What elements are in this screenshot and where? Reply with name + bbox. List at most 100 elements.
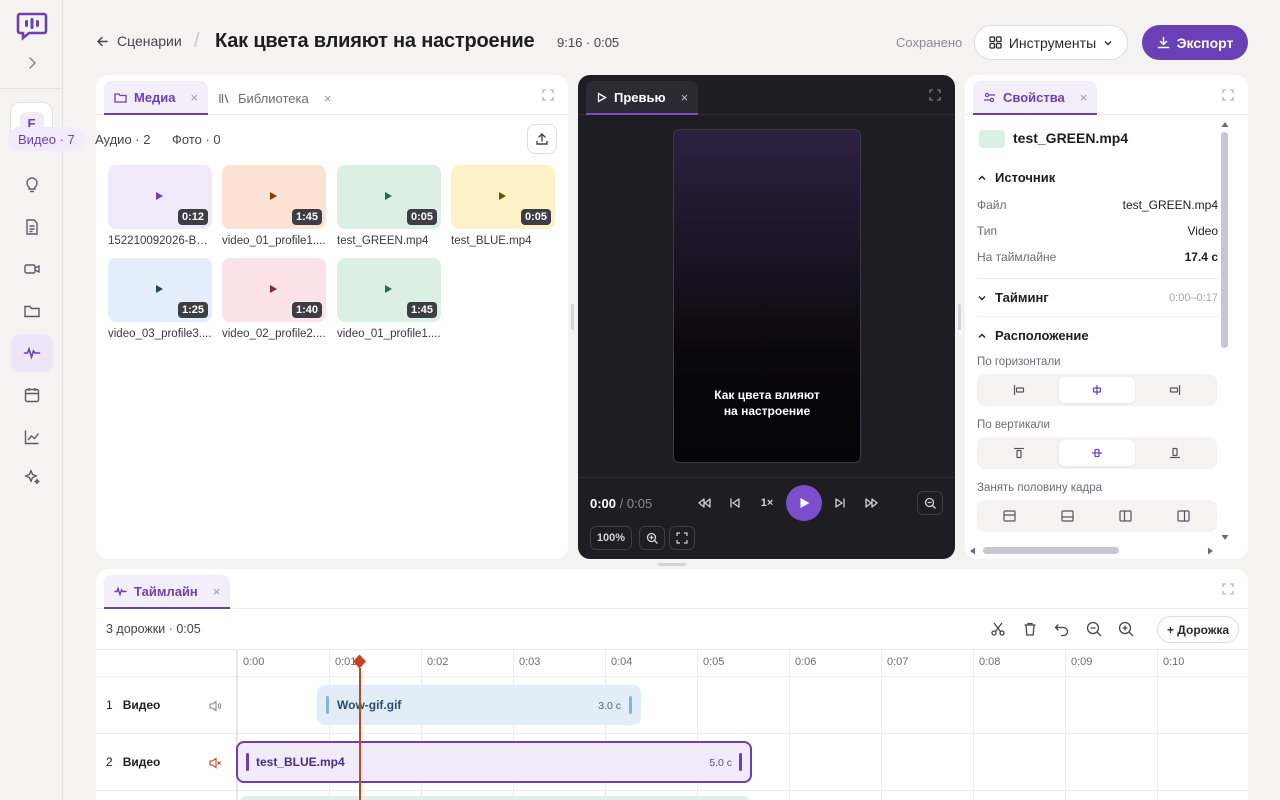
tools-button[interactable]: Инструменты (974, 25, 1128, 60)
half-right-icon[interactable] (1155, 503, 1211, 529)
align-left-icon[interactable] (981, 377, 1057, 403)
close-icon[interactable]: × (213, 584, 221, 599)
skip-forward-icon[interactable] (830, 493, 850, 513)
back-link[interactable]: Сценарии (96, 33, 182, 49)
scroll-up-icon[interactable] (1221, 121, 1229, 129)
media-thumbnail[interactable]: 1:45 (337, 258, 441, 322)
ruler-tick-label: 0:08 (979, 656, 1001, 668)
maximize-icon[interactable] (542, 89, 554, 101)
zoom-in-button[interactable] (639, 526, 665, 550)
media-thumbnail[interactable]: 0:12 (108, 165, 212, 229)
clip-track-3[interactable] (240, 796, 750, 800)
skip-back-icon[interactable] (725, 493, 745, 513)
close-icon[interactable]: × (324, 91, 332, 106)
half-left-icon[interactable] (1097, 503, 1153, 529)
align-bottom-icon[interactable] (1137, 440, 1213, 466)
playhead[interactable] (353, 654, 366, 800)
undo-icon[interactable] (1053, 620, 1071, 638)
video-caption[interactable]: Как цвета влияют на настроение (674, 387, 860, 419)
clip-name: test_BLUE.mp4 (256, 755, 345, 769)
rewind-icon[interactable] (694, 493, 714, 513)
tab-timeline[interactable]: Таймлайн × (104, 575, 231, 609)
export-label: Экспорт (1176, 34, 1234, 51)
document-icon[interactable] (11, 208, 53, 246)
scroll-down-icon[interactable] (1221, 533, 1229, 541)
play-button[interactable] (786, 485, 822, 521)
section-source[interactable]: Источник (977, 170, 1218, 185)
video-camera-icon[interactable] (11, 250, 53, 288)
splitter-handle[interactable] (571, 304, 574, 330)
prop-file: Файл test_GREEN.mp4 (977, 198, 1218, 212)
calendar-icon[interactable] (11, 376, 53, 414)
properties-panel: Свойства × test_GREEN.mp4 Источник Файл t… (965, 75, 1248, 559)
sparkle-icon[interactable] (11, 458, 53, 496)
media-thumbnail[interactable]: 0:05 (337, 165, 441, 229)
horizontal-scrollbar-thumb[interactable] (983, 547, 1119, 554)
zoom-out-icon[interactable] (1085, 620, 1103, 638)
splitter-handle[interactable] (958, 304, 961, 330)
trash-icon[interactable] (1021, 620, 1039, 638)
maximize-icon[interactable] (929, 89, 941, 101)
muted-volume-icon[interactable] (208, 756, 222, 770)
media-duration: 1:40 (291, 302, 322, 318)
align-right-icon[interactable] (1137, 377, 1213, 403)
clip-wow-gif[interactable]: Wow-gif.gif 3.0 с (317, 685, 641, 725)
clip-test-blue[interactable]: test_BLUE.mp4 5.0 с (236, 741, 752, 783)
clip-trim-handle-left[interactable] (326, 696, 329, 714)
waveform-icon[interactable] (11, 334, 53, 372)
chip-audio[interactable]: Аудио · 2 (85, 127, 160, 151)
fast-forward-icon[interactable] (862, 493, 882, 513)
upload-button[interactable] (527, 124, 557, 154)
add-track-button[interactable]: + Дорожка (1157, 616, 1239, 643)
maximize-icon[interactable] (1222, 89, 1234, 101)
chart-icon[interactable] (11, 418, 53, 456)
tab-library[interactable]: Библиотека × (208, 81, 341, 115)
scissors-icon[interactable] (989, 620, 1007, 638)
splitter-handle[interactable] (658, 563, 686, 566)
play-icon (800, 498, 810, 508)
half-frame-label: Занять половину кадра (977, 482, 1102, 494)
media-thumbnail[interactable]: 0:05 (451, 165, 555, 229)
chip-photo[interactable]: Фото · 0 (162, 127, 231, 151)
scroll-left-icon[interactable] (969, 547, 977, 555)
chip-video[interactable]: Видео · 7 (8, 127, 85, 151)
section-layout[interactable]: Расположение (977, 328, 1218, 343)
media-thumbnail[interactable]: 1:45 (222, 165, 326, 229)
media-thumbnail[interactable]: 1:25 (108, 258, 212, 322)
align-center-h-icon[interactable] (1059, 377, 1135, 403)
close-icon[interactable]: × (681, 90, 689, 105)
speed-button[interactable]: 1× (757, 493, 777, 513)
zoom-fit-button[interactable] (917, 491, 943, 515)
fullscreen-button[interactable] (669, 526, 695, 550)
clip-trim-handle-right[interactable] (739, 753, 742, 771)
page-title[interactable]: Как цвета влияют на настроение (215, 30, 535, 53)
tab-timeline-label: Таймлайн (134, 583, 198, 599)
video-canvas[interactable]: Как цвета влияют на настроение (673, 129, 861, 463)
half-top-icon[interactable] (981, 503, 1037, 529)
back-label: Сценарии (117, 33, 182, 49)
maximize-icon[interactable] (1222, 583, 1234, 595)
half-bottom-icon[interactable] (1039, 503, 1095, 529)
align-middle-v-icon[interactable] (1059, 440, 1135, 466)
app-logo-icon[interactable] (16, 11, 48, 41)
close-icon[interactable]: × (191, 90, 199, 105)
zoom-in-icon[interactable] (1117, 620, 1135, 638)
close-icon[interactable]: × (1080, 90, 1088, 105)
clip-trim-handle-left[interactable] (246, 753, 249, 771)
volume-icon[interactable] (208, 699, 222, 713)
vertical-scrollbar-thumb[interactable] (1221, 132, 1228, 348)
clip-trim-handle-right[interactable] (629, 696, 632, 714)
export-button[interactable]: Экспорт (1142, 25, 1248, 60)
folder-icon[interactable] (11, 292, 53, 330)
lightbulb-icon[interactable] (11, 166, 53, 204)
tab-preview[interactable]: Превью × (586, 81, 699, 115)
media-thumbnail[interactable]: 1:40 (222, 258, 326, 322)
section-timing[interactable]: Тайминг 0:00–0:17 (977, 290, 1218, 305)
tab-media[interactable]: Медиа × (104, 81, 209, 115)
chevron-right-icon[interactable] (23, 54, 41, 72)
align-top-icon[interactable] (981, 440, 1057, 466)
zoom-level[interactable]: 100% (590, 526, 632, 550)
tab-properties[interactable]: Свойства × (973, 81, 1098, 115)
scroll-right-icon[interactable] (1206, 547, 1214, 555)
playhead-handle[interactable] (352, 654, 367, 669)
